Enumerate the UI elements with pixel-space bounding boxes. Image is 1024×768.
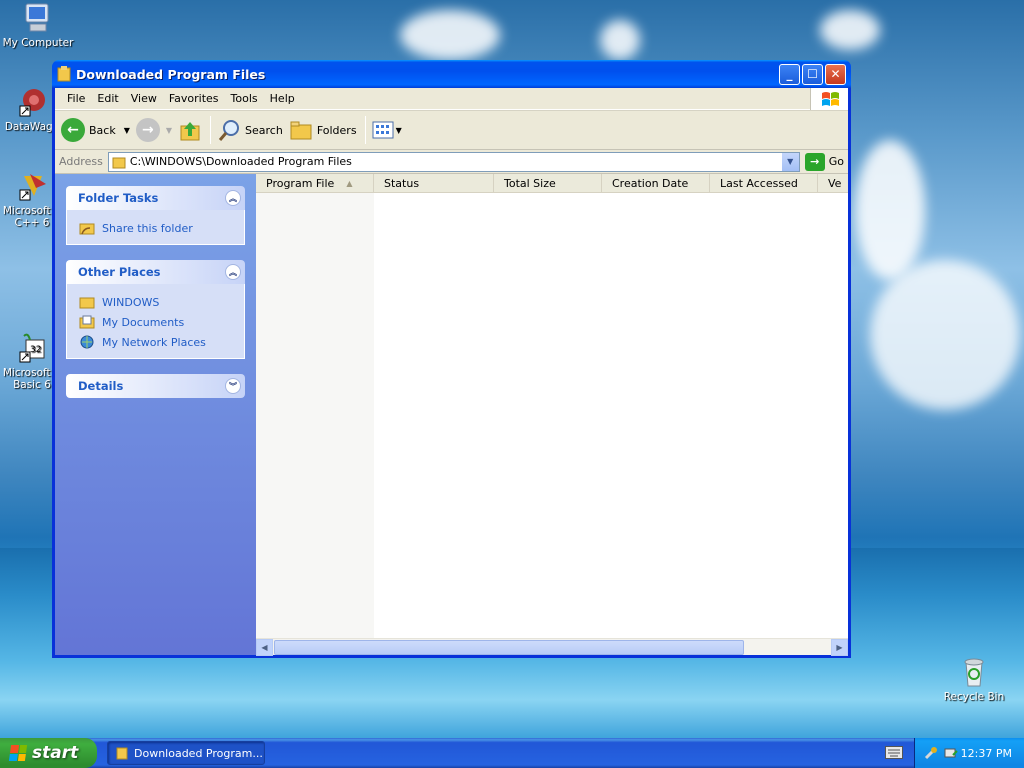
system-tray: 12:37 PM (914, 738, 1024, 768)
address-bar: Address C:\WINDOWS\Downloaded Program Fi… (55, 150, 848, 174)
collapse-chevron-icon[interactable]: ︽ (225, 190, 241, 206)
maximize-icon: ☐ (807, 67, 818, 81)
minimize-button[interactable]: _ (779, 63, 800, 85)
close-button[interactable]: ✕ (825, 63, 846, 85)
explorer-window: Downloaded Program Files _ ☐ ✕ File Edit… (52, 60, 851, 658)
address-dropdown-icon[interactable]: ▼ (781, 152, 799, 171)
details-header[interactable]: Details ︾ (66, 374, 245, 398)
share-folder-link[interactable]: Share this folder (79, 218, 232, 238)
network-places-icon (80, 335, 94, 349)
keyboard-icon[interactable] (885, 746, 903, 759)
collapse-chevron-icon[interactable]: ︽ (225, 264, 241, 280)
windows-logo-icon (810, 88, 848, 110)
place-my-network-places-link[interactable]: My Network Places (79, 332, 232, 352)
sorted-column-highlight (256, 193, 374, 638)
column-program-file[interactable]: Program File ▲ (256, 174, 374, 192)
forward-arrow-icon: → (135, 118, 160, 142)
share-folder-icon (79, 223, 95, 235)
folders-button[interactable]: Folders (289, 119, 357, 141)
folder-icon (79, 297, 95, 309)
microsoft-vb-icon: 32 (16, 332, 48, 364)
menu-edit[interactable]: Edit (91, 92, 124, 105)
recycle-bin-icon (958, 656, 990, 688)
other-places-body: WINDOWS My Documents My Network Places (66, 284, 245, 359)
forward-button[interactable]: → ▼ (135, 118, 172, 142)
windows-flag-icon (8, 745, 28, 761)
address-value: C:\WINDOWS\Downloaded Program Files (129, 155, 352, 168)
column-last-accessed[interactable]: Last Accessed (710, 174, 818, 192)
minimize-icon: _ (786, 67, 793, 81)
title-bar[interactable]: Downloaded Program Files _ ☐ ✕ (52, 60, 851, 88)
back-dropdown-icon[interactable]: ▼ (124, 126, 130, 135)
go-button[interactable]: → Go (804, 152, 844, 171)
views-icon (372, 121, 394, 139)
my-computer-icon (22, 2, 54, 34)
menu-tools[interactable]: Tools (225, 92, 264, 105)
folder-tasks-panel: Folder Tasks ︽ Share this folder (66, 186, 245, 245)
maximize-button[interactable]: ☐ (802, 63, 823, 85)
taskbar-item-downloaded-program-files[interactable]: Downloaded Program... (107, 741, 265, 765)
up-folder-button[interactable] (178, 118, 202, 142)
folder-icon (57, 66, 71, 82)
search-button[interactable]: Search (217, 118, 283, 142)
details-panel: Details ︾ (66, 374, 245, 398)
sort-ascending-icon: ▲ (346, 178, 353, 188)
scroll-left-icon[interactable]: ◀ (256, 638, 273, 656)
task-pane: Folder Tasks ︽ Share this folder Other P… (55, 174, 256, 655)
close-icon: ✕ (830, 67, 841, 81)
scroll-thumb[interactable] (274, 639, 744, 655)
back-arrow-icon: ← (61, 118, 85, 142)
window-body: Folder Tasks ︽ Share this folder Other P… (55, 174, 848, 656)
microsoft-cpp-icon (16, 170, 48, 202)
place-windows-link[interactable]: WINDOWS (79, 292, 232, 312)
scroll-right-icon[interactable]: ▶ (831, 638, 848, 656)
other-places-header[interactable]: Other Places ︽ (66, 260, 245, 284)
desktop-icon-recycle-bin[interactable]: Recycle Bin (936, 656, 1012, 703)
views-dropdown-icon: ▼ (395, 125, 402, 135)
toolbar-separator (210, 116, 212, 144)
column-total-size[interactable]: Total Size (494, 174, 602, 192)
place-my-documents-link[interactable]: My Documents (79, 312, 232, 332)
clock[interactable]: 12:37 PM (961, 747, 1012, 760)
back-button[interactable]: ← Back ▼ (61, 118, 130, 142)
my-documents-icon (79, 315, 95, 329)
folders-icon (290, 121, 312, 140)
forward-dropdown-icon[interactable]: ▼ (166, 126, 172, 135)
folder-tasks-header[interactable]: Folder Tasks ︽ (66, 186, 245, 210)
menu-help[interactable]: Help (264, 92, 301, 105)
tray-network-icon[interactable] (943, 745, 959, 761)
window-title: Downloaded Program Files (76, 66, 266, 82)
expand-chevron-icon[interactable]: ︾ (225, 378, 241, 394)
datawagon-icon (16, 86, 48, 118)
svg-text:32: 32 (30, 345, 41, 355)
column-creation-date[interactable]: Creation Date (602, 174, 710, 192)
menu-file[interactable]: File (61, 92, 91, 105)
taskbar: start Downloaded Program... 12:37 PM (0, 738, 1024, 768)
menu-view[interactable]: View (125, 92, 163, 105)
column-headers: Program File ▲ Status Total Size Creatio… (256, 174, 848, 193)
views-button[interactable]: ▼ (372, 121, 402, 139)
start-button[interactable]: start (0, 738, 97, 768)
toolbar-separator-2 (364, 116, 366, 144)
column-version[interactable]: Ve (818, 174, 848, 192)
tray-tools-icon[interactable] (923, 745, 939, 761)
address-folder-icon (112, 157, 126, 168)
search-icon (218, 120, 240, 141)
menu-favorites[interactable]: Favorites (163, 92, 225, 105)
go-arrow-icon: → (804, 152, 825, 171)
folder-icon (116, 747, 128, 760)
column-status[interactable]: Status (374, 174, 494, 192)
other-places-panel: Other Places ︽ WINDOWS My Documents My N… (66, 260, 245, 359)
desktop-icon-my-computer[interactable]: My Computer (0, 2, 76, 49)
standard-toolbar: ← Back ▼ → ▼ Search Folders ▼ (55, 110, 848, 150)
file-list-view[interactable]: Program File ▲ Status Total Size Creatio… (256, 174, 848, 656)
up-folder-icon (180, 122, 200, 141)
menu-bar: File Edit View Favorites Tools Help (55, 88, 848, 110)
address-label: Address (59, 155, 103, 168)
address-input[interactable]: C:\WINDOWS\Downloaded Program Files ▼ (107, 151, 800, 172)
horizontal-scrollbar[interactable]: ◀ ▶ (256, 638, 848, 656)
folder-tasks-body: Share this folder (66, 210, 245, 245)
